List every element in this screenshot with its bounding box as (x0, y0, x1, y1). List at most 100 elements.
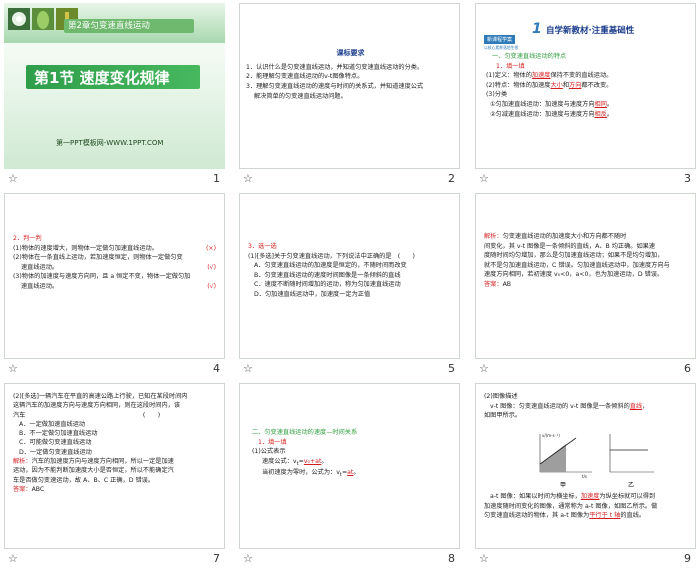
explanation-line: 就不是匀加速直线运动，C 错误。匀加速直线运动中，加速度方向与 (484, 261, 670, 269)
footer-watermark: 第一PPT模板网-WWW.1PPT.COM (56, 139, 164, 147)
slide-transition-icon[interactable]: ☆ (8, 552, 18, 565)
explanation-label: 解析： (484, 233, 503, 240)
vt-axis-x-label: t/s (582, 474, 587, 479)
chapter-label: 第2章匀变速直线运动 (68, 21, 150, 31)
text-line: (1)物体的速度增大，则物体一定做匀加速直线运动。 (×) (13, 244, 216, 252)
slide-number: 5 (448, 362, 455, 375)
text-line: ①匀加速直线运动：加速度与速度方向相同。 (490, 101, 614, 109)
slide-heading: 课标要求 (336, 49, 365, 57)
answer-blank: 大小 (550, 81, 563, 89)
badge-top-text: 新课程学案 (484, 35, 516, 44)
slide-thumbnail-2[interactable]: 课标要求 1．认识什么是匀变速直线运动，并知道匀变速直线运动的分类。 2．能理解… (239, 3, 460, 169)
slide-thumbnail-7[interactable]: (2)[多选]一辆汽车在平直的高速公路上行驶，已知在某段时间内 这辆汽车的加速度… (4, 383, 225, 549)
text-line: 速直线运动。 (√) (21, 263, 216, 271)
slide-transition-icon[interactable]: ☆ (8, 172, 18, 185)
answer-blank: 平行于 t 轴 (589, 512, 621, 520)
slide-transition-icon[interactable]: ☆ (479, 362, 489, 375)
slide-bar-8: ☆ 8 (239, 549, 460, 569)
answer-blank: v₀+at (303, 457, 322, 465)
option-c: C．速度不断随时间增加的运动，称为匀加速直线运动 (254, 281, 401, 289)
slide-title: 第1节 速度变化规律 (34, 69, 170, 87)
slide-number: 2 (448, 172, 455, 185)
slide-thumbnail-4[interactable]: 2．判一判 (1)物体的速度增大，则物体一定做匀加速直线运动。 (×) (2)物体… (4, 193, 225, 359)
subheading: 二、匀变速直线运动的速度—时间关系 (252, 429, 358, 436)
option-a: A．匀变速直线运动的加速度是恒定的，不随时间而改变 (254, 262, 407, 270)
answer-blank: 加速度 (531, 72, 551, 80)
text-line: (3)分类 (486, 91, 508, 99)
slide-bar-9: ☆ 9 (475, 549, 696, 569)
answer-blank: 直线 (629, 402, 643, 410)
answer-blank: 相反 (594, 110, 607, 118)
text-line: 如图甲所示。 (484, 412, 522, 420)
explanation-line: 解析：汽车的加速度方向与速度方向相同，所以一定是加速 (13, 458, 174, 466)
slide-number: 1 (213, 172, 220, 185)
option-a: A．一定做加速直线运动 (19, 420, 86, 428)
slide-transition-icon[interactable]: ☆ (243, 172, 253, 185)
text-line: 解决简单的匀变速直线运动问题。 (254, 92, 347, 100)
explanation-line: 度随时间均匀增加，那么是匀加速直线运动；如果不是均匀增加， (484, 252, 664, 260)
option-c: C．可能做匀变速直线运动 (19, 439, 92, 447)
slide-number: 9 (684, 552, 691, 565)
slide-number: 8 (448, 552, 455, 565)
slide-number: 4 (213, 362, 220, 375)
slide-number: 6 (684, 362, 691, 375)
text-line: (3)物体的加速度与速度方向同，且 a 恒定不变，物体一定做匀加 (13, 273, 191, 281)
text-line: 加速度随时间变化的图像，通常称为 a-t 图像，如图乙所示。做 (484, 502, 658, 510)
dandelion-photo-icon (8, 8, 30, 30)
slide-thumbnail-3[interactable]: 新课程学案 以核心素养落地生根 1 自学新教材·注重基础性 一、匀变速直线运动的… (475, 3, 696, 169)
slide-thumbnail-5[interactable]: 3．选一选 (1)[多选]关于匀变速直线运动，下列说法中正确的是 ( ) A．匀… (239, 193, 460, 359)
slide-bar-2: ☆ 2 (239, 169, 460, 189)
section-badge: 新课程学案 以核心素养落地生根 (484, 26, 526, 51)
slide-transition-icon[interactable]: ☆ (479, 172, 489, 185)
section-title: 自学新教材·注重基础性 (546, 26, 635, 36)
slide-transition-icon[interactable]: ☆ (243, 362, 253, 375)
text-line: (2)特点：物体的加速度大小和方向都不改变。 (486, 81, 613, 89)
answer-label: 答案： (484, 281, 503, 289)
subheading-choose: 3．选一选 (248, 243, 277, 250)
vt-graph-jia: v/(m·s⁻¹) t/s (539, 433, 592, 479)
answer-blank: 相同 (594, 101, 607, 109)
slide-thumbnail-1[interactable]: 第2章匀变速直线运动 第1节 速度变化规律 第一PPT模板网-WWW.1PPT.… (4, 3, 225, 169)
badge-bottom-text: 以核心素养落地生根 (484, 45, 519, 50)
explanation-line: 间变化，其 v-t 图像是一条倾斜的直线，A、B 均正确。如果速 (484, 242, 656, 250)
slide-number: 3 (684, 172, 691, 185)
slide-bar-4: ☆ 4 (4, 359, 225, 379)
answer-line: 答案：AB (484, 281, 512, 289)
question-stem: (1)[多选]关于匀变速直线运动，下列说法中正确的是 ( ) (248, 252, 415, 260)
explanation-line: 车是否做匀变速运动，故 A、B、C 正确，D 错误。 (13, 476, 155, 484)
text-line: 2．能理解匀变速直线运动的v-t图像特点。 (246, 73, 364, 81)
text-line: ②匀减速直线运动：加速度与速度方向相反。 (490, 110, 614, 118)
text-line: (2)图像描述 (484, 393, 518, 400)
slide-transition-icon[interactable]: ☆ (479, 552, 489, 565)
slide-transition-icon[interactable]: ☆ (243, 552, 253, 565)
option-d: D．匀加速直线运动中，加速度一定为正值 (254, 291, 371, 299)
slide-thumbnail-6[interactable]: 解析：匀变速直线运动的加速度大小和方向都不随时 间变化，其 v-t 图像是一条倾… (475, 193, 696, 359)
option-b: B．不一定做匀加速直线运动 (19, 430, 98, 438)
answer-blank: 方向 (569, 81, 582, 89)
formula-line: 当初速度为零时，公式为：vt=at。 (262, 469, 360, 479)
slide-bar-3: ☆ 3 (475, 169, 696, 189)
text-line: v-t 图像：匀变速直线运动的 v-t 图像是一条倾斜的直线， (490, 402, 649, 410)
text-line: 速直线运动。 (√) (21, 283, 216, 291)
graph-caption-yi: 乙 (628, 482, 635, 489)
slide-thumbnail-9[interactable]: (2)图像描述 v-t 图像：匀变速直线运动的 v-t 图像是一条倾斜的直线， … (475, 383, 696, 549)
slide-bar-5: ☆ 5 (239, 359, 460, 379)
at-graph-yi (609, 434, 654, 473)
subheading-fill: 1．填一填 (496, 62, 525, 70)
slide-bar-1: ☆ 1 (4, 169, 225, 189)
subheading-judge: 2．判一判 (13, 235, 42, 242)
slide-transition-icon[interactable]: ☆ (8, 362, 18, 375)
text-line: 3．理解匀变速直线运动的速度与时间的关系式，并知道速度公式 (246, 83, 424, 91)
text-line: (1)公式表示 (252, 448, 286, 456)
text-line: a-t 图像：如果以时间为横坐标，加速度为纵坐标就可以得到 (490, 493, 656, 500)
slide-thumbnail-8[interactable]: 二、匀变速直线运动的速度—时间关系 1．填一填 (1)公式表示 速度公式：vt=… (239, 383, 460, 549)
subheading-fill: 1．填一填 (258, 438, 287, 446)
option-d: D．一定做匀变速直线运动 (19, 448, 92, 456)
text-line: (1)定义：物体的加速度保持不变的直线运动。 (486, 72, 613, 80)
option-b: B．匀变速直线运动的速度时间图像是一条倾斜的直线 (254, 271, 401, 279)
vt-axis-y-label: v/(m·s⁻¹) (542, 433, 560, 438)
explanation-line: 解析：匀变速直线运动的加速度大小和方向都不随时 (484, 233, 627, 240)
text-line: 1．认识什么是匀变速直线运动，并知道匀变速直线运动的分类。 (246, 63, 424, 71)
answer-line: 答案：ABC (13, 485, 45, 493)
text-line: (2)物体在一条直线上运动，若加速度恒定，则物体一定做匀变 (13, 254, 183, 262)
